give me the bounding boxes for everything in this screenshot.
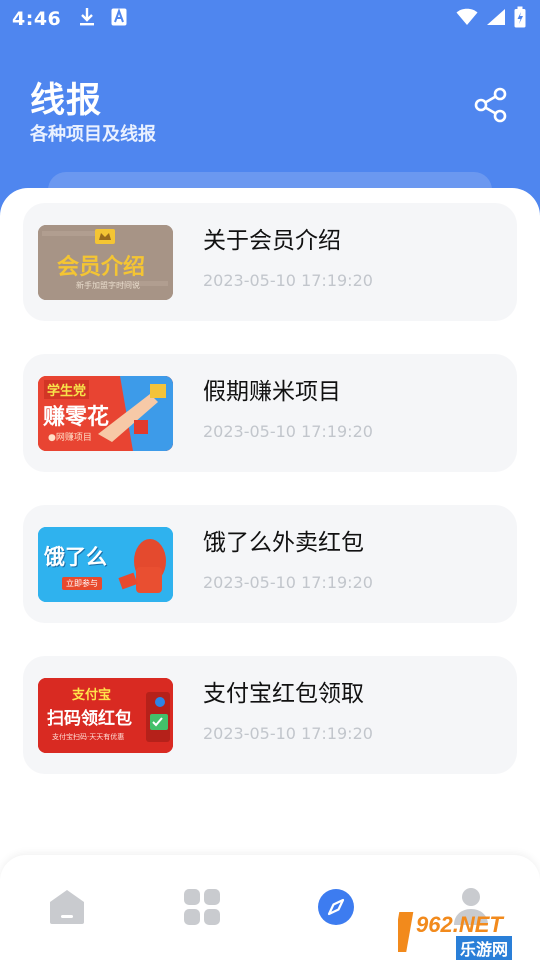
article-time: 2023-05-10 17:19:20 xyxy=(203,573,373,592)
page-subtitle: 各种项目及线报 xyxy=(30,124,156,145)
thumbnail-caption: 新手加盟字时间说 xyxy=(76,281,140,290)
compass-icon xyxy=(317,888,355,930)
article-time: 2023-05-10 17:19:20 xyxy=(203,422,373,441)
article-title: 饿了么外卖红包 xyxy=(203,530,364,556)
thumbnail-caption: 立即参与 xyxy=(62,577,102,590)
status-bar: 4:46 xyxy=(0,0,540,38)
thumbnail-headline: 赚零花 xyxy=(43,405,110,430)
thumbnail-tag: 学生党 xyxy=(44,380,90,399)
nav-category[interactable] xyxy=(172,883,232,935)
article-title: 支付宝红包领取 xyxy=(203,681,364,707)
thumbnail-headline: 会员介绍 xyxy=(57,255,146,280)
watermark-logo: 962.NET 乐游网 xyxy=(398,908,538,960)
share-button[interactable] xyxy=(470,86,512,128)
thumbnail-tag: 支付宝 xyxy=(72,688,112,703)
nav-home[interactable] xyxy=(37,883,97,935)
nav-discover[interactable] xyxy=(306,883,366,935)
download-icon xyxy=(79,7,95,31)
article-card[interactable]: 饿了么 立即参与 饿了么外卖红包 2023-05-10 17:19:20 xyxy=(23,505,517,623)
wifi-icon xyxy=(456,8,478,30)
article-time: 2023-05-10 17:19:20 xyxy=(203,724,373,743)
article-thumbnail: 会员介绍 新手加盟字时间说 xyxy=(38,225,173,300)
page-title: 线报 xyxy=(30,81,103,121)
article-card[interactable]: 支付宝 扫码领红包 支付宝扫码·天天有优惠 支付宝红包领取 2023-05-10… xyxy=(23,656,517,774)
article-thumbnail: 支付宝 扫码领红包 支付宝扫码·天天有优惠 xyxy=(38,678,173,753)
article-title: 假期赚米项目 xyxy=(203,379,341,405)
watermark-subtitle: 乐游网 xyxy=(456,936,513,960)
article-thumbnail: 学生党 赚零花 ●网赚项目 xyxy=(38,376,173,451)
status-time: 4:46 xyxy=(12,8,62,30)
thumbnail-caption: ●网赚项目 xyxy=(48,433,92,443)
article-list: 会员介绍 新手加盟字时间说 关于会员介绍 2023-05-10 17:19:20… xyxy=(0,188,540,868)
article-thumbnail: 饿了么 立即参与 xyxy=(38,527,173,602)
share-icon xyxy=(474,87,508,127)
thumbnail-caption: 支付宝扫码·天天有优惠 xyxy=(52,733,125,741)
thumbnail-headline: 饿了么 xyxy=(44,545,107,569)
article-time: 2023-05-10 17:19:20 xyxy=(203,271,373,290)
grid-icon xyxy=(183,888,221,930)
signal-icon xyxy=(486,8,506,30)
home-icon xyxy=(47,887,87,931)
thumbnail-headline: 扫码领红包 xyxy=(47,709,132,729)
article-title: 关于会员介绍 xyxy=(203,228,341,254)
watermark-brand: 962.NET xyxy=(416,912,503,937)
article-card[interactable]: 会员介绍 新手加盟字时间说 关于会员介绍 2023-05-10 17:19:20 xyxy=(23,203,517,321)
article-card[interactable]: 学生党 赚零花 ●网赚项目 假期赚米项目 2023-05-10 17:19:20 xyxy=(23,354,517,472)
battery-icon xyxy=(514,6,526,32)
text-a-icon xyxy=(111,8,127,30)
